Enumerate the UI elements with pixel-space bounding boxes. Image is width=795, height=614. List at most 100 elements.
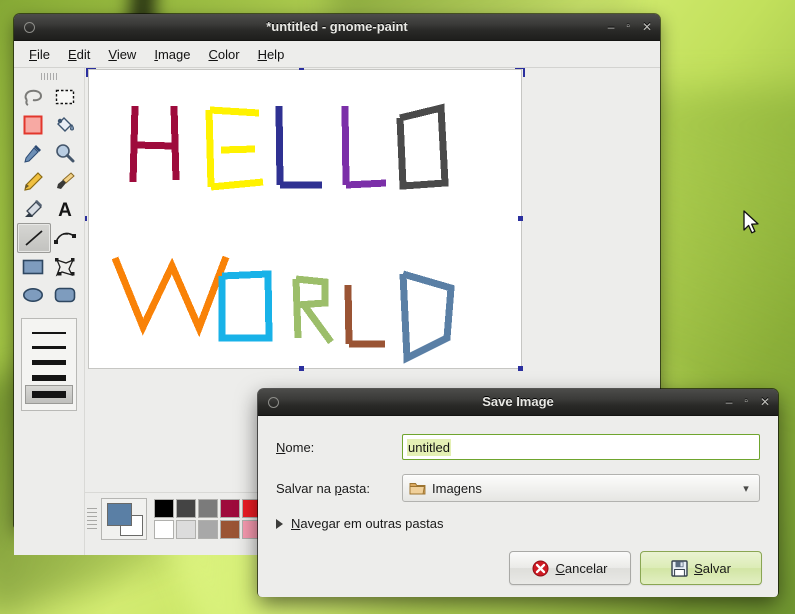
canvas-stroke-l bbox=[275, 105, 284, 186]
close-icon[interactable]: ✕ bbox=[642, 14, 652, 40]
menu-color[interactable]: Color bbox=[199, 44, 248, 65]
palette-swatch[interactable] bbox=[154, 499, 174, 518]
palette-swatch[interactable] bbox=[176, 520, 196, 539]
palette-column bbox=[220, 499, 240, 539]
menu-view[interactable]: View bbox=[99, 44, 145, 65]
canvas-handle-top-center[interactable] bbox=[299, 68, 304, 70]
folder-icon bbox=[409, 482, 426, 494]
expander-label: Navegar em outras pastas bbox=[291, 516, 444, 531]
canvas-stroke-r bbox=[295, 275, 329, 309]
canvas-stroke-h bbox=[134, 141, 175, 150]
canvas-handle-top-right[interactable] bbox=[515, 68, 525, 77]
canvas-stroke-r bbox=[301, 302, 334, 345]
name-row: Nome: untitled bbox=[276, 434, 760, 460]
cancel-button-label: Cancelar bbox=[555, 560, 608, 576]
palette-swatch[interactable] bbox=[220, 520, 240, 539]
pencil-tool[interactable] bbox=[17, 167, 49, 195]
filename-value: untitled bbox=[407, 438, 451, 456]
name-label: Nome: bbox=[276, 439, 315, 455]
canvas-stroke-e bbox=[210, 178, 264, 191]
rectangle-select-tool[interactable] bbox=[49, 83, 81, 111]
line-width-option-2[interactable] bbox=[26, 340, 72, 355]
magnifier-tool[interactable] bbox=[49, 139, 81, 167]
canvas-drawing bbox=[111, 103, 455, 364]
minimize-icon[interactable]: – bbox=[608, 14, 615, 40]
toolbar-drag-handle[interactable] bbox=[41, 73, 57, 80]
canvas-handle-middle-right[interactable] bbox=[518, 216, 523, 221]
menu-edit[interactable]: Edit bbox=[59, 44, 99, 65]
palette-swatch[interactable] bbox=[220, 499, 240, 518]
line-width-option-1[interactable] bbox=[26, 325, 72, 340]
canvas-stroke-l bbox=[344, 284, 353, 345]
chevron-down-icon[interactable]: ▾ bbox=[735, 482, 757, 495]
canvas-handle-bottom-center[interactable] bbox=[299, 366, 304, 371]
floppy-save-icon bbox=[671, 559, 688, 577]
canvas-stroke-l bbox=[345, 179, 387, 189]
close-icon[interactable]: ✕ bbox=[760, 389, 770, 415]
cancel-x-icon bbox=[532, 560, 549, 576]
eraser-tool[interactable] bbox=[17, 195, 49, 223]
folder-row: Salvar na pasta: Imagens ▾ bbox=[276, 474, 760, 502]
save-button-label: Salvar bbox=[694, 560, 731, 576]
tool-panel: A bbox=[14, 68, 85, 555]
color-picker-tool[interactable] bbox=[17, 139, 49, 167]
free-select-lasso-tool[interactable] bbox=[17, 83, 49, 111]
palette-drag-handle[interactable] bbox=[87, 508, 97, 530]
palette-swatch[interactable] bbox=[198, 499, 218, 518]
cancel-button[interactable]: Cancelar bbox=[509, 551, 631, 585]
save-button[interactable]: Salvar bbox=[640, 551, 762, 585]
canvas-stroke-w bbox=[111, 255, 230, 338]
canvas-stroke-e bbox=[220, 145, 256, 154]
foreground-background-swatch[interactable] bbox=[101, 498, 147, 540]
palette-column bbox=[176, 499, 196, 539]
line-width-option-5[interactable] bbox=[25, 385, 73, 404]
maximize-icon[interactable]: ▫ bbox=[744, 389, 748, 415]
menu-help[interactable]: Help bbox=[249, 44, 294, 65]
rectangle-tool[interactable] bbox=[17, 253, 49, 281]
line-width-option-4[interactable] bbox=[26, 370, 72, 385]
paint-window-controls: – ▫ ✕ bbox=[608, 14, 652, 40]
menu-image[interactable]: Image bbox=[145, 44, 199, 65]
mouse-cursor-arrow-pointer bbox=[743, 210, 759, 234]
paint-canvas[interactable] bbox=[88, 69, 522, 369]
line-tool[interactable] bbox=[17, 223, 51, 253]
line-width-option-3[interactable] bbox=[26, 355, 72, 370]
dialog-title: Save Image bbox=[482, 394, 554, 409]
canvas-stroke-e bbox=[205, 109, 215, 188]
canvas-stroke-h bbox=[129, 105, 139, 183]
palette-swatch[interactable] bbox=[176, 499, 196, 518]
foreground-color-swatch[interactable] bbox=[107, 503, 132, 526]
ellipse-tool[interactable] bbox=[17, 281, 49, 309]
chevron-right-icon bbox=[276, 518, 283, 529]
canvas-handle-bottom-right[interactable] bbox=[518, 366, 523, 371]
menu-file[interactable]: File bbox=[20, 44, 59, 65]
paintbrush-tool[interactable] bbox=[49, 167, 81, 195]
polygon-tool[interactable] bbox=[49, 253, 81, 281]
curve-tool[interactable] bbox=[49, 223, 81, 251]
maximize-icon[interactable]: ▫ bbox=[626, 14, 630, 40]
canvas-stroke-o bbox=[396, 103, 449, 190]
dialog-buttons: Cancelar Salvar bbox=[509, 551, 762, 585]
dialog-titlebar[interactable]: Save Image – ▫ ✕ bbox=[258, 389, 778, 416]
tool-grid: A bbox=[17, 83, 81, 309]
palette-swatch[interactable] bbox=[198, 520, 218, 539]
palette-column bbox=[198, 499, 218, 539]
canvas-stroke-l bbox=[341, 105, 350, 186]
canvas-handle-top-left[interactable] bbox=[86, 68, 96, 77]
browse-other-folders-expander[interactable]: Navegar em outras pastas bbox=[276, 516, 760, 531]
palette-swatch[interactable] bbox=[154, 520, 174, 539]
folder-value: Imagens bbox=[432, 480, 482, 496]
select-color-tool[interactable] bbox=[17, 111, 49, 139]
canvas-handle-middle-left[interactable] bbox=[85, 216, 87, 221]
dialog-window-controls: – ▫ ✕ bbox=[726, 389, 770, 415]
canvas-stroke-r bbox=[292, 278, 302, 339]
folder-combobox[interactable]: Imagens ▾ bbox=[402, 474, 760, 502]
rounded-rectangle-tool[interactable] bbox=[49, 281, 81, 309]
filename-input[interactable]: untitled bbox=[402, 434, 760, 460]
palette-column bbox=[154, 499, 174, 539]
text-tool[interactable]: A bbox=[49, 195, 81, 223]
minimize-icon[interactable]: – bbox=[726, 389, 733, 415]
paint-titlebar[interactable]: *untitled - gnome-paint – ▫ ✕ bbox=[14, 14, 660, 41]
fill-bucket-tool[interactable] bbox=[49, 111, 81, 139]
canvas-stroke-d bbox=[399, 270, 455, 364]
